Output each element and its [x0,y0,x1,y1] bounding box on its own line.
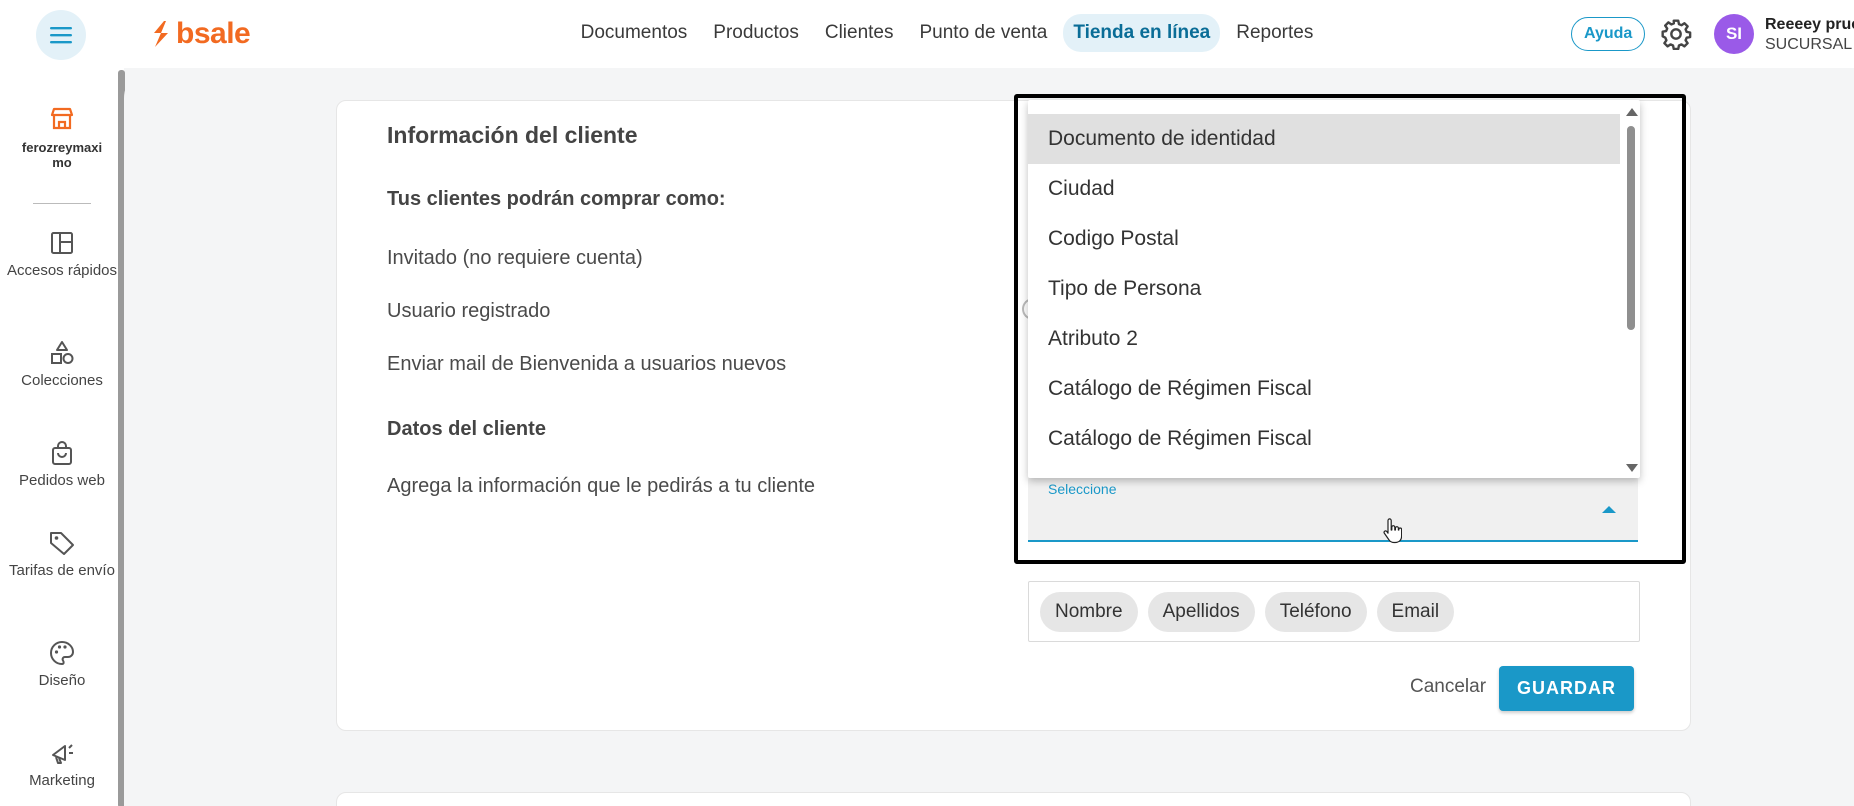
dropdown-option[interactable]: Catálogo de Régimen Fiscal [1028,364,1620,414]
chip-telefono[interactable]: Teléfono [1264,591,1367,632]
scroll-down-arrow-icon[interactable] [1626,464,1638,472]
hand-cursor-icon [1383,518,1402,544]
nav-documentos[interactable]: Documentos [571,14,698,52]
help-button[interactable]: Ayuda [1571,17,1646,51]
bsale-logo[interactable]: bsale [150,16,251,52]
welcome-mail-label: Enviar mail de Bienvenida a usuarios nue… [387,353,787,375]
dropdown-option[interactable]: Documento de identidad [1028,114,1620,164]
shopping-bag-icon [52,441,72,465]
store-icon [50,107,74,130]
sidebar-item-label: Marketing [29,772,95,789]
caret-up-icon [1602,506,1616,513]
next-card [336,792,1691,806]
layout-icon [51,232,73,254]
nav-punto-de-venta[interactable]: Punto de venta [910,14,1058,52]
chip-apellidos[interactable]: Apellidos [1147,591,1255,632]
sidebar-store[interactable]: ferozreymaximo [0,104,124,170]
sidebar-item-colecciones[interactable]: Colecciones [0,338,124,389]
chip-email[interactable]: Email [1376,591,1455,632]
nav-reportes[interactable]: Reportes [1226,14,1323,52]
scroll-up-arrow-icon[interactable] [1626,108,1638,116]
chip-nombre[interactable]: Nombre [1040,591,1138,632]
top-bar: bsale Documentos Productos Clientes Punt… [0,0,1854,68]
sidebar-item-label: Tarifas de envío [9,562,115,579]
select-label: Seleccione [1048,481,1117,497]
sidebar-item-label: Pedidos web [19,472,105,489]
nav-clientes[interactable]: Clientes [815,14,904,52]
sidebar-item-marketing[interactable]: Marketing [0,738,124,789]
save-button[interactable]: GUARDAR [1499,666,1634,711]
sidebar-item-label: Colecciones [21,372,103,389]
palette-icon [50,640,75,666]
buy-as-heading: Tus clientes podrán comprar como: [387,188,726,210]
user-branch: SUCURSAL 1 [1765,36,1854,53]
client-data-description: Agrega la información que le pedirás a t… [387,475,816,497]
sidebar-item-pedidos-web[interactable]: Pedidos web [0,438,124,489]
selected-fields-box: Nombre Apellidos Teléfono Email [1028,581,1640,642]
shapes-icon [51,341,74,364]
guest-option-label: Invitado (no requiere cuenta) [387,247,643,269]
client-data-heading: Datos del cliente [387,418,546,440]
section-title: Información del cliente [387,122,638,148]
client-field-select[interactable]: Seleccione [1028,476,1638,542]
tag-icon [50,532,74,555]
sidebar-item-label: Diseño [38,672,86,689]
sidebar-item-tarifas-de-envio[interactable]: Tarifas de envío [0,528,124,579]
sidebar-item-label: Accesos rápidos [6,262,118,279]
sidebar-item-diseno[interactable]: Diseño [0,638,124,689]
megaphone-icon [52,744,73,764]
user-name: Reeeey prue [1765,16,1854,33]
hamburger-icon [50,27,72,44]
select-dropdown: Documento de identidad Ciudad Codigo Pos… [1028,100,1640,478]
store-name: ferozreymaximo [21,140,103,170]
gear-icon[interactable] [1660,18,1692,50]
dropdown-option[interactable]: Tipo de Persona [1028,264,1620,314]
cancel-button[interactable]: Cancelar [1406,672,1490,702]
dropdown-option[interactable]: Atributo 2 [1028,314,1620,364]
avatar[interactable]: SI [1714,14,1754,54]
scroll-thumb[interactable] [1627,126,1635,330]
bsale-logo-icon [154,21,168,47]
sidebar-item-accesos-rapidos[interactable]: Accesos rápidos [0,228,124,279]
nav-tienda-en-linea[interactable]: Tienda en línea [1063,14,1221,52]
menu-toggle-button[interactable] [36,10,86,60]
sidebar: ferozreymaximo Accesos rápidos Coleccion… [0,68,124,806]
nav-productos[interactable]: Productos [703,14,809,52]
logo-text: bsale [176,17,251,50]
registered-option-label: Usuario registrado [387,300,551,322]
dropdown-scrollbar[interactable] [1622,100,1640,478]
dropdown-option[interactable]: Catálogo de Régimen Fiscal [1028,414,1620,464]
sidebar-divider [33,203,91,204]
dropdown-option[interactable]: Codigo Postal [1028,214,1620,264]
dropdown-option[interactable]: Ciudad [1028,164,1620,214]
